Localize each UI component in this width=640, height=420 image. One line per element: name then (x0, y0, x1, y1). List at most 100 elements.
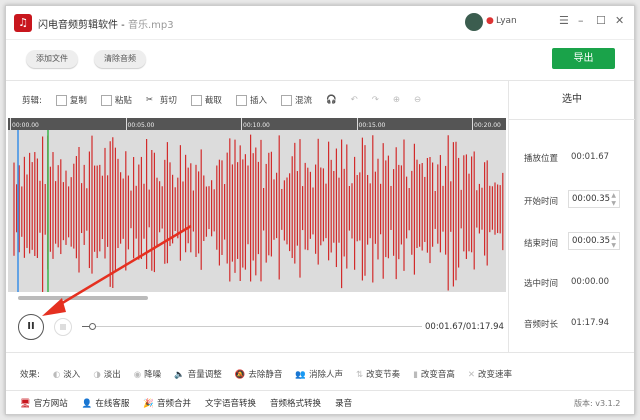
effect-label: 去除静音 (248, 370, 283, 380)
avatar[interactable] (465, 13, 483, 31)
start-time-input[interactable]: 00:00.35 ▲ ▼ (568, 190, 620, 208)
dur-label: 音频时长 (524, 320, 559, 330)
effect-icon: ◑ (93, 370, 101, 380)
effect-icon: 🔕 (234, 370, 246, 380)
zoom-in-icon[interactable]: ⊕ (393, 95, 400, 105)
bottom-bar: 🖥 官方网站 👤 在线客服 🎉 音频合并 文字语音转换 音频格式转换 录音 (20, 397, 352, 409)
app-title: 闪电音频剪辑软件 - (38, 20, 128, 31)
maximize-icon[interactable]: ☐ (596, 14, 606, 27)
link-label: 录音 (335, 399, 353, 409)
link-icon: 🖥 (20, 399, 31, 409)
window-title: 闪电音频剪辑软件 - 音乐.mp3 (38, 16, 174, 31)
sel-label: 选中时间 (524, 279, 559, 289)
user-name[interactable]: Lyan (496, 16, 517, 26)
effects-label: 效果: (20, 370, 40, 380)
bottom-link[interactable]: 🎉 音频合并 (143, 397, 191, 409)
app-window: ♫ 闪电音频剪辑软件 - 音乐.mp3 ● Lyan ☰ – ☐ ✕ 添加文件 … (5, 5, 635, 415)
crop-icon (190, 95, 202, 106)
link-label: 音频合并 (157, 399, 192, 409)
headphone-icon[interactable]: 🎧 (326, 95, 337, 105)
sel-value: 00:00.00 (571, 277, 610, 287)
effect-label: 改变节奏 (366, 370, 401, 380)
effect-button[interactable]: 👥 消除人声 (295, 368, 343, 380)
mix-button[interactable]: 混流 (280, 94, 312, 106)
dur-value: 01:17.94 (571, 318, 610, 328)
copy-icon (55, 95, 67, 106)
paste-label: 粘贴 (114, 96, 132, 106)
insert-icon (235, 95, 247, 106)
menu-icon[interactable]: ☰ (559, 14, 569, 27)
effect-icon: ◉ (133, 370, 142, 380)
horizontal-scrollbar[interactable] (18, 296, 148, 300)
app-logo-icon: ♫ (14, 14, 32, 32)
pause-button[interactable]: II (18, 314, 44, 340)
paste-icon (100, 95, 112, 106)
copy-button[interactable]: 复制 (55, 94, 87, 106)
effect-icon: 👥 (295, 370, 306, 380)
add-file-button[interactable]: 添加文件 (26, 50, 78, 68)
link-label: 文字语音转换 (205, 399, 257, 409)
clear-audio-button[interactable]: 清除音频 (94, 50, 146, 68)
insert-button[interactable]: 插入 (235, 94, 267, 106)
edit-toolbar: 剪辑: 复制 粘贴 ✂ 剪切 截取 插入 混流 🎧 ↶ ↷ ⊕ ⊖ (22, 94, 421, 106)
end-value: 00:00.35 (572, 236, 611, 246)
link-label: 官方网站 (33, 399, 68, 409)
effect-label: 消除人声 (309, 370, 344, 380)
effect-button[interactable]: ▮ 改变音高 (413, 368, 455, 380)
redo-icon[interactable]: ↷ (372, 95, 379, 105)
effect-button[interactable]: ◑ 淡出 (93, 368, 120, 380)
effect-button[interactable]: ✕ 改变速率 (468, 368, 512, 380)
timeline-ruler[interactable]: 00:00.00 00:05.00 00:10.00 00:15.00 00:20.00 (8, 118, 506, 130)
effect-icon: ✕ (467, 370, 475, 380)
selection-panel: 选中 播放位置 00:01.67 开始时间 00:00.35 ▲ ▼ 结束时间 00… (508, 80, 635, 352)
effects-bar: 效果: ◐ 淡入 ◑ 淡出 ◉ 降噪 🔈 音量调整 🔕 去除静音 👥 消除人声 ⇅ 改变节奏 ▮ 改变音高 ✕ 改… (20, 368, 512, 380)
export-button[interactable]: 导出 (552, 48, 615, 69)
bottom-link[interactable]: 👤 在线客服 (82, 397, 130, 409)
file-name: 音乐.mp3 (127, 20, 174, 31)
link-label: 音频格式转换 (270, 399, 322, 409)
undo-icon[interactable]: ↶ (351, 95, 358, 105)
effect-label: 改变音高 (420, 370, 455, 380)
effect-icon: ▮ (413, 370, 418, 380)
start-label: 开始时间 (524, 197, 559, 207)
divider (6, 390, 634, 391)
effect-label: 改变速率 (477, 370, 512, 380)
effect-button[interactable]: 🔈 音量调整 (174, 368, 222, 380)
bottom-link[interactable]: 录音 (335, 397, 352, 409)
spinner-icon[interactable]: ▲ ▼ (611, 192, 616, 208)
effect-label: 淡入 (63, 370, 81, 380)
time-display: 00:01.67/01:17.94 (425, 322, 504, 332)
trim-button[interactable]: 截取 (190, 94, 222, 106)
progress-knob[interactable] (89, 323, 97, 330)
progress-track[interactable] (82, 326, 422, 327)
trim-label: 截取 (204, 96, 222, 106)
cut-button[interactable]: ✂ 剪切 (146, 94, 177, 106)
effect-button[interactable]: ⇅ 改变节奏 (356, 368, 400, 380)
progress-fill (82, 326, 90, 327)
effect-label: 降噪 (144, 370, 162, 380)
effect-icon: ◐ (52, 370, 61, 380)
timeline-tick: 00:00.00 (10, 118, 39, 130)
end-label: 结束时间 (524, 239, 559, 249)
paste-button[interactable]: 粘贴 (100, 94, 132, 106)
bottom-link[interactable]: 文字语音转换 (205, 397, 256, 409)
end-time-input[interactable]: 00:00.35 ▲ ▼ (568, 232, 620, 250)
effect-button[interactable]: ◐ 淡入 (53, 368, 80, 380)
timeline-tick: 00:10.00 (241, 118, 270, 130)
insert-label: 插入 (249, 96, 267, 106)
timeline-tick: 00:05.00 (125, 118, 154, 130)
effect-button[interactable]: 🔕 去除静音 (235, 368, 283, 380)
effect-button[interactable]: ◉ 降噪 (134, 368, 161, 380)
link-icon: 🎉 (143, 399, 155, 409)
stop-button[interactable] (54, 318, 72, 336)
close-icon[interactable]: ✕ (615, 14, 624, 27)
waveform-svg (13, 130, 504, 293)
spinner-icon[interactable]: ▲ ▼ (611, 234, 616, 250)
effect-icon: ⇅ (356, 370, 364, 380)
zoom-out-icon[interactable]: ⊖ (414, 95, 421, 105)
bottom-link[interactable]: 🖥 官方网站 (20, 397, 68, 409)
link-label: 在线客服 (95, 399, 130, 409)
minimize-icon[interactable]: – (578, 14, 584, 27)
bottom-link[interactable]: 音频格式转换 (270, 397, 321, 409)
waveform[interactable] (8, 130, 506, 293)
